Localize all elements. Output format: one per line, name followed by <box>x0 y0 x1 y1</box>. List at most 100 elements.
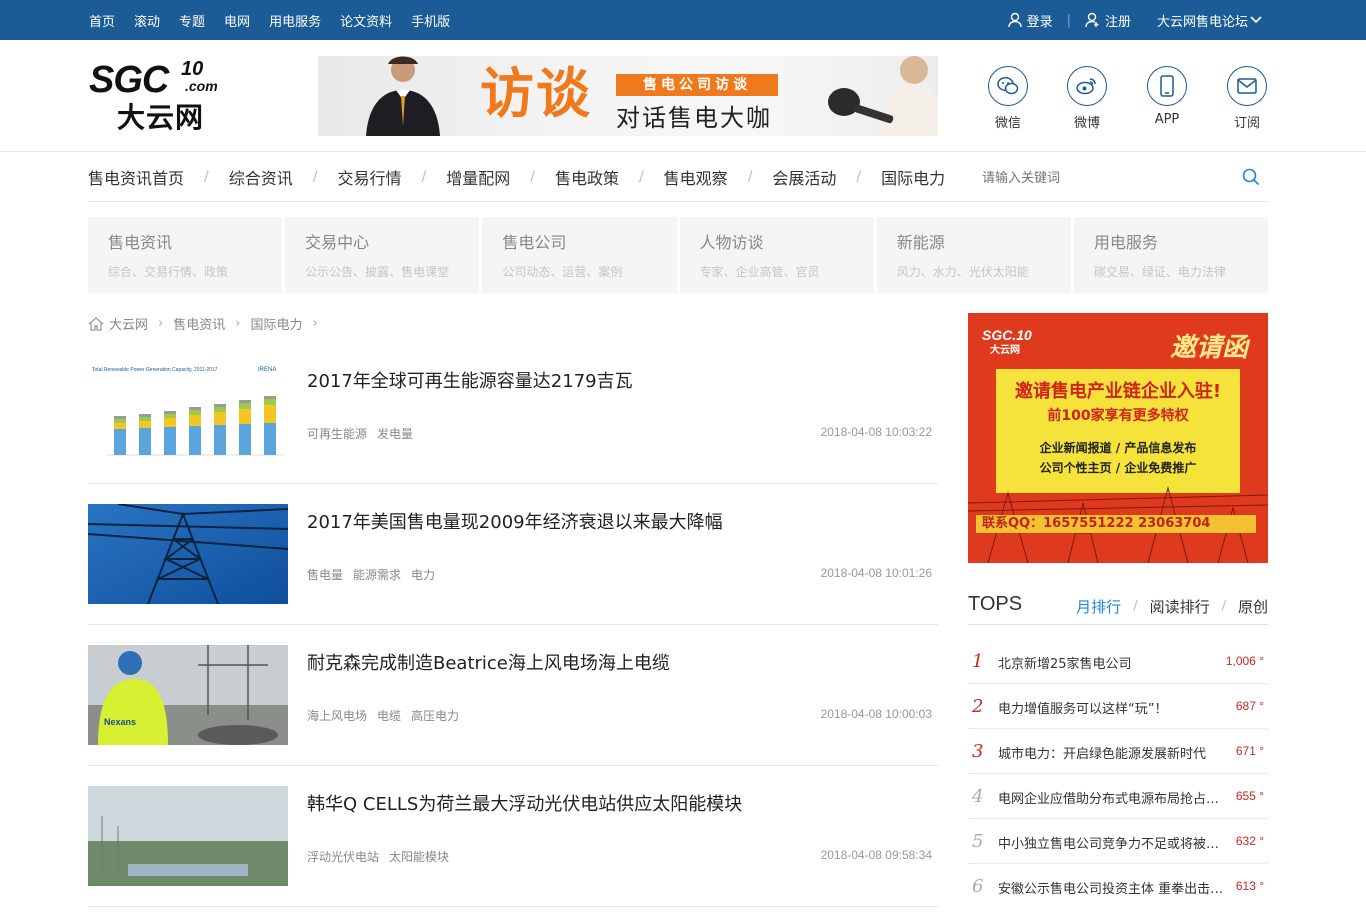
category-sub: 风力、水力、光伏太阳能 <box>896 265 1029 279</box>
article-thumbnail[interactable]: Total Renewable Power Generation Capacit… <box>88 363 288 463</box>
search-icon[interactable] <box>1242 168 1260 186</box>
rank-title[interactable]: 电力增值服务可以这样“玩”！ <box>998 698 1226 717</box>
home-icon <box>88 316 104 331</box>
rank-count: 687 ° <box>1235 699 1264 713</box>
article-tag[interactable]: 发电量 <box>377 425 413 442</box>
businessman-image <box>366 56 440 136</box>
article-thumbnail[interactable] <box>88 504 288 604</box>
article-time: 2018-04-08 10:01:26 <box>820 566 932 580</box>
category-power-service[interactable]: 用电服务 碳交易、绿证、电力法律 <box>1073 217 1269 293</box>
rank-title[interactable]: 电网企业应借助分布式电源布局抢占市场 <box>998 788 1226 807</box>
article-tag[interactable]: 电力 <box>411 566 435 583</box>
nav-item-general[interactable]: 综合资讯 <box>229 165 293 189</box>
tab-monthly[interactable]: 月排行 <box>1076 596 1121 617</box>
article-tags: 可再生能源 发电量 <box>307 425 413 442</box>
nav-item-international[interactable]: 国际电力 <box>881 165 945 189</box>
nav-divider: / <box>747 169 753 185</box>
topnav-topics[interactable]: 专题 <box>179 11 205 30</box>
article-thumbnail[interactable]: Nexans <box>88 645 288 745</box>
topnav-power-service[interactable]: 用电服务 <box>269 11 321 30</box>
article-divider <box>88 624 938 625</box>
wechat-link[interactable]: 微信 <box>987 66 1029 131</box>
chevron-right-icon: › <box>312 316 318 331</box>
article-title[interactable]: 耐克森完成制造Beatrice海上风电场海上电缆 <box>307 649 670 675</box>
site-logo[interactable]: SGC 10 .com 大云网 <box>89 58 219 134</box>
interview-banner[interactable]: 访谈 售电公司访谈 对话售电大咖 <box>318 56 938 136</box>
nav-item-policy[interactable]: 售电政策 <box>555 165 619 189</box>
rank-item[interactable]: 2 电力增值服务可以这样“玩”！ 687 ° <box>968 684 1268 729</box>
tab-divider: / <box>1133 599 1138 614</box>
article-tag[interactable]: 海上风电场 <box>307 707 367 724</box>
topnav-mobile[interactable]: 手机版 <box>411 11 450 30</box>
rank-title[interactable]: 安徽公示售电公司投资主体 重拳出击规范市场 <box>998 878 1226 897</box>
breadcrumb: 大云网 › 售电资讯 › 国际电力 › <box>88 314 328 333</box>
article-item[interactable]: 2017年美国售电量现2009年经济衰退以来最大降幅 售电量 能源需求 电力 2… <box>88 504 938 604</box>
chevron-down-icon <box>1250 16 1262 24</box>
topnav-home[interactable]: 首页 <box>89 11 115 30</box>
register-link[interactable]: 注册 <box>1085 11 1131 30</box>
subscribe-link[interactable]: 订阅 <box>1226 66 1268 131</box>
breadcrumb-home[interactable]: 大云网 <box>109 314 148 333</box>
rank-title[interactable]: 北京新增25家售电公司 <box>998 653 1226 672</box>
article-item[interactable]: 韩华Q CELLS为荷兰最大浮动光伏电站供应太阳能模块 浮动光伏电站 太阳能模块… <box>88 786 938 886</box>
rank-count: 671 ° <box>1235 744 1264 758</box>
article-tags: 售电量 能源需求 电力 <box>307 566 435 583</box>
rank-title[interactable]: 城市电力：开启绿色能源发展新时代 <box>998 743 1226 762</box>
ad-line-4: 公司个性主页 / 企业免费推广 <box>1039 461 1197 475</box>
topnav-grid[interactable]: 电网 <box>224 11 250 30</box>
ad-contact-qq: 联系QQ：1657551222 23063704 <box>976 515 1256 533</box>
thumb-brand: IRENA <box>258 367 276 373</box>
weibo-link[interactable]: 微博 <box>1066 66 1108 131</box>
search-box <box>970 162 1268 192</box>
article-tag[interactable]: 可再生能源 <box>307 425 367 442</box>
article-tag[interactable]: 能源需求 <box>353 566 401 583</box>
article-tag[interactable]: 售电量 <box>307 566 343 583</box>
category-new-energy[interactable]: 新能源 风力、水力、光伏太阳能 <box>876 217 1071 293</box>
nav-divider: / <box>204 169 209 185</box>
rank-item[interactable]: 1 北京新增25家售电公司 1,006 ° <box>968 639 1268 684</box>
nav-divider-line <box>88 201 1268 202</box>
nav-item-events[interactable]: 会展活动 <box>772 165 836 189</box>
category-exchange[interactable]: 交易中心 公示公告、披露、售电课堂 <box>285 217 480 293</box>
tab-divider: / <box>1221 599 1226 614</box>
nav-item-distribution[interactable]: 增量配网 <box>446 165 510 189</box>
rank-item[interactable]: 5 中小独立售电公司竞争力不足或将被淘汰 632 ° <box>968 819 1268 864</box>
rank-item[interactable]: 3 城市电力：开启绿色能源发展新时代 671 ° <box>968 729 1268 774</box>
user-add-icon <box>1085 12 1099 28</box>
search-input[interactable] <box>970 162 1210 192</box>
article-tag[interactable]: 高压电力 <box>411 707 459 724</box>
category-news[interactable]: 售电资讯 综合、交易行情、政策 <box>88 217 283 293</box>
article-item[interactable]: Total Renewable Power Generation Capacit… <box>88 363 938 463</box>
rank-item[interactable]: 4 电网企业应借助分布式电源布局抢占市场 655 ° <box>968 774 1268 819</box>
category-interviews[interactable]: 人物访谈 专家、企业高管、官员 <box>679 217 874 293</box>
rank-title[interactable]: 中小独立售电公司竞争力不足或将被淘汰 <box>998 833 1226 852</box>
article-title[interactable]: 2017年美国售电量现2009年经济衰退以来最大降幅 <box>307 508 723 534</box>
forum-dropdown[interactable]: 大云网售电论坛 <box>1157 11 1266 30</box>
article-item[interactable]: Nexans 耐克森完成制造Beatrice海上风电场海上电缆 海上风电场 电缆… <box>88 645 938 745</box>
article-title[interactable]: 韩华Q CELLS为荷兰最大浮动光伏电站供应太阳能模块 <box>307 790 742 816</box>
category-companies[interactable]: 售电公司 公司动态、运营、案例 <box>482 217 677 293</box>
ad-line-2: 前100家享有更多特权 <box>1047 408 1189 424</box>
topnav-papers[interactable]: 论文资料 <box>340 11 392 30</box>
login-link[interactable]: 登录 <box>1007 11 1053 30</box>
ad-line-1: 邀请售电产业链企业入驻! <box>1014 381 1222 402</box>
rank-count: 613 ° <box>1235 879 1264 893</box>
rank-item[interactable]: 6 安徽公示售电公司投资主体 重拳出击规范市场 613 ° <box>968 864 1268 909</box>
breadcrumb-news[interactable]: 售电资讯 <box>173 314 225 333</box>
nav-item-trading[interactable]: 交易行情 <box>337 165 401 189</box>
invitation-ad[interactable]: SGC.10 大云网 邀请函 邀请售电产业链企业入驻! 前100家享有更多特权 … <box>968 313 1268 563</box>
app-link[interactable]: APP <box>1146 66 1188 127</box>
article-tag[interactable]: 太阳能模块 <box>389 848 449 865</box>
user-links: 登录 | 注册 大云网售电论坛 <box>1007 0 1266 40</box>
nav-item-home[interactable]: 售电资讯首页 <box>88 165 184 189</box>
article-thumbnail[interactable] <box>88 786 288 886</box>
article-title[interactable]: 2017年全球可再生能源容量达2179吉瓦 <box>307 367 633 393</box>
article-tag[interactable]: 电缆 <box>377 707 401 724</box>
breadcrumb-international[interactable]: 国际电力 <box>250 314 302 333</box>
rank-number: 2 <box>972 696 984 717</box>
tab-original[interactable]: 原创 <box>1238 596 1268 617</box>
article-tag[interactable]: 浮动光伏电站 <box>307 848 379 865</box>
tab-reading[interactable]: 阅读排行 <box>1150 596 1210 617</box>
topnav-scroll[interactable]: 滚动 <box>134 11 160 30</box>
nav-item-observation[interactable]: 售电观察 <box>664 165 728 189</box>
